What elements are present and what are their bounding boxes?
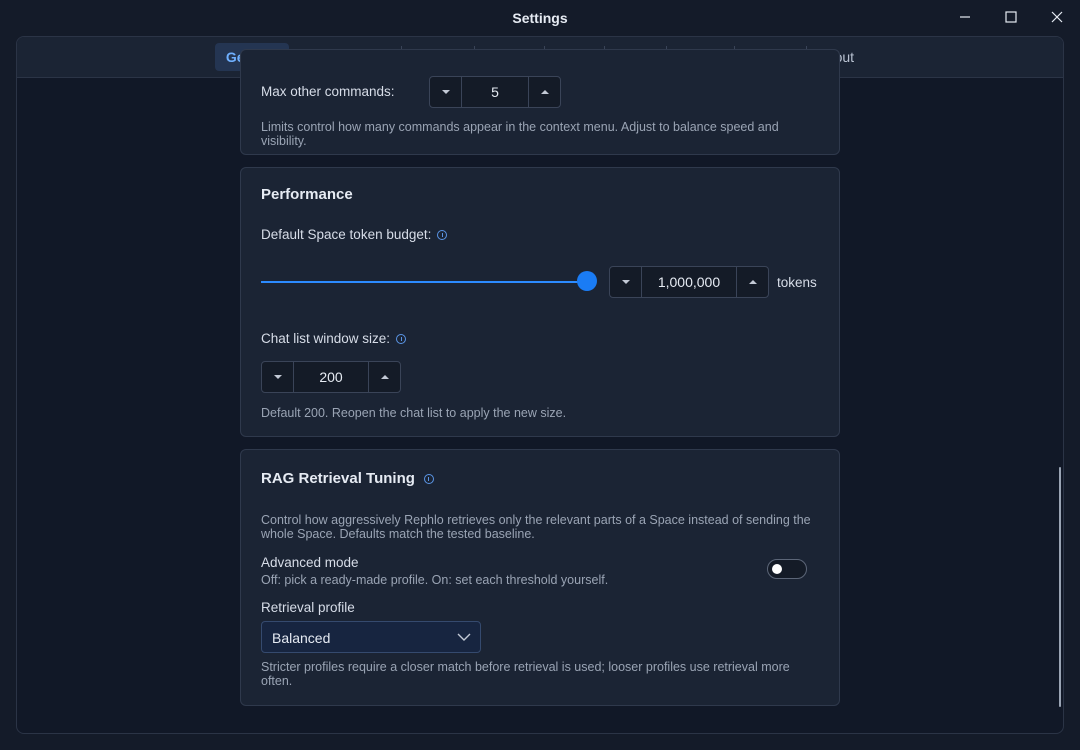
rag-heading: RAG Retrieval Tuning — [261, 470, 415, 487]
token-budget-label-row: Default Space token budget: — [261, 227, 448, 242]
info-icon[interactable] — [423, 474, 434, 485]
close-icon — [1051, 11, 1063, 23]
caret-down-icon — [621, 280, 630, 284]
retrieval-profile-hint: Stricter profiles require a closer match… — [261, 660, 790, 688]
minimize-icon — [960, 16, 970, 18]
retrieval-profile-label: Retrieval profile — [261, 600, 355, 615]
advanced-mode-toggle[interactable] — [767, 559, 807, 579]
token-budget-slider-track[interactable] — [261, 281, 587, 283]
token-unit-label: tokens — [777, 275, 817, 290]
chevron-down-icon — [457, 633, 471, 641]
caret-up-icon — [748, 280, 757, 284]
rag-card: RAG Retrieval Tuning Control how aggress… — [240, 449, 840, 706]
caret-down-icon — [441, 90, 450, 94]
info-icon[interactable] — [396, 334, 407, 345]
performance-card: Performance Default Space token budget: … — [240, 167, 840, 437]
retrieval-profile-select[interactable]: Balanced — [261, 621, 481, 653]
caret-up-icon — [380, 375, 389, 379]
caret-up-icon — [540, 90, 549, 94]
settings-panel: GeneralLLM ProvidersHotkeysLicenseBillin… — [16, 36, 1064, 734]
maximize-button[interactable] — [988, 4, 1034, 30]
token-budget-value[interactable]: 1,000,000 — [641, 267, 737, 297]
vertical-scrollbar[interactable] — [1059, 467, 1061, 707]
increment-button[interactable] — [737, 267, 768, 297]
title-bar: Settings — [0, 0, 1080, 36]
max-other-commands-label: Max other commands: — [261, 84, 395, 99]
advanced-mode-label: Advanced mode — [261, 555, 359, 570]
chat-window-label: Chat list window size: — [261, 331, 391, 346]
info-icon[interactable] — [437, 230, 448, 241]
decrement-button[interactable] — [262, 362, 293, 392]
chat-window-stepper: 200 — [261, 361, 401, 393]
token-budget-label: Default Space token budget: — [261, 227, 432, 242]
decrement-button[interactable] — [430, 77, 461, 107]
settings-content: Max other commands: 5 Limits control how… — [17, 49, 1063, 733]
increment-button[interactable] — [529, 77, 560, 107]
advanced-mode-hint: Off: pick a ready-made profile. On: set … — [261, 573, 609, 587]
increment-button[interactable] — [369, 362, 400, 392]
performance-heading: Performance — [261, 186, 353, 203]
caret-down-icon — [273, 375, 282, 379]
limits-card: Max other commands: 5 Limits control how… — [240, 49, 840, 155]
window-title: Settings — [512, 10, 568, 26]
limits-hint: Limits control how many commands appear … — [261, 120, 779, 148]
max-other-commands-stepper: 5 — [429, 76, 561, 108]
toggle-knob — [772, 564, 782, 574]
chat-window-value[interactable]: 200 — [293, 362, 369, 392]
rag-description: Control how aggressively Rephlo retrieve… — [261, 513, 811, 541]
chat-window-label-row: Chat list window size: — [261, 331, 407, 346]
token-budget-stepper: 1,000,000 — [609, 266, 769, 298]
token-budget-slider-thumb[interactable] — [577, 271, 597, 291]
chat-window-hint: Default 200. Reopen the chat list to app… — [261, 406, 567, 420]
close-button[interactable] — [1034, 4, 1080, 30]
max-other-commands-value[interactable]: 5 — [461, 77, 529, 107]
retrieval-profile-value: Balanced — [272, 630, 331, 646]
decrement-button[interactable] — [610, 267, 641, 297]
maximize-icon — [1005, 11, 1017, 23]
rag-heading-row: RAG Retrieval Tuning — [261, 470, 434, 487]
minimize-button[interactable] — [942, 4, 988, 30]
